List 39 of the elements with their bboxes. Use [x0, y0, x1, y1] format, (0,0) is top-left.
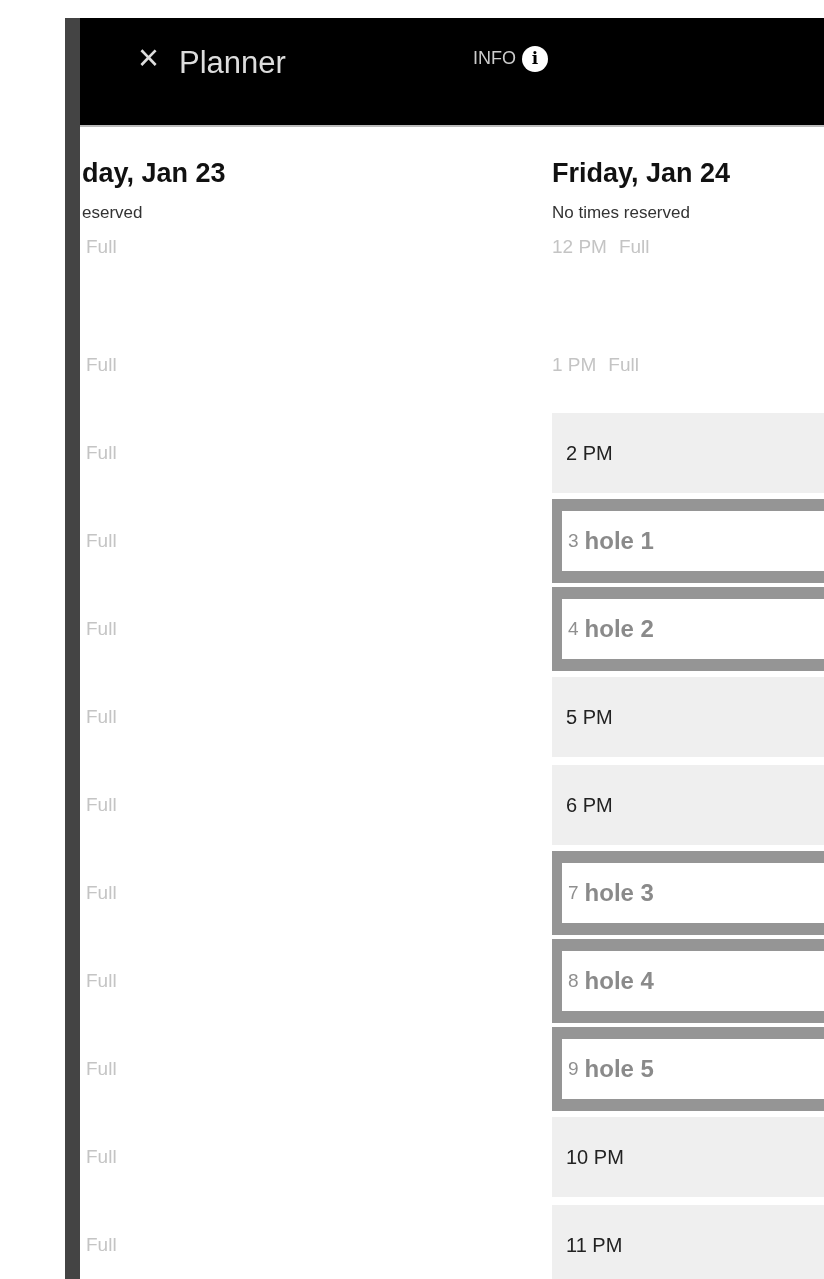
hole-label: hole 5 [584, 1054, 654, 1084]
hole-label: hole 4 [584, 966, 654, 996]
status-label: Full [86, 1144, 117, 1169]
status-label: Full [86, 616, 117, 641]
status-label: Full [618, 235, 650, 259]
status-label: Full [86, 440, 117, 465]
day-title: day, Jan 23 [82, 157, 227, 190]
day-title: Friday, Jan 24 [552, 157, 732, 190]
time-slot[interactable]: 10 PM [552, 1117, 824, 1197]
time-label: 4 [568, 616, 579, 641]
time-slot[interactable]: 2 PM [552, 413, 824, 493]
day-subtitle: No times reserved [552, 201, 691, 224]
day-subtitle: eserved [82, 201, 144, 224]
window-title: Planner [179, 44, 286, 82]
info-icon: i [522, 45, 548, 72]
time-label: 3 [568, 528, 579, 553]
time-slot[interactable]: 6 PM [552, 765, 824, 845]
hole-label: hole 1 [584, 526, 654, 556]
status-label: Full [86, 352, 117, 377]
time-label: 8 [568, 968, 579, 993]
status-label: Full [86, 880, 117, 905]
close-button[interactable]: × [138, 40, 160, 76]
status-label: Full [86, 704, 117, 729]
hole-label: hole 2 [584, 614, 654, 644]
time-label: 9 [568, 1056, 579, 1081]
status-label: Full [86, 1056, 117, 1081]
status-label: Full [608, 352, 639, 377]
status-label: Full [86, 792, 117, 817]
time-label: 1 PM [552, 352, 597, 377]
time-label: 12 PM [552, 235, 607, 259]
status-label: Full [86, 968, 117, 993]
time-label: 7 [568, 880, 579, 905]
info-button[interactable]: INFO i [473, 45, 548, 72]
status-label: Full [86, 1232, 117, 1257]
time-slot[interactable]: 11 PM [552, 1205, 824, 1279]
hole-label: hole 3 [584, 878, 654, 908]
status-label: Full [86, 235, 117, 259]
time-slot[interactable]: 5 PM [552, 677, 824, 757]
status-label: Full [86, 528, 117, 553]
